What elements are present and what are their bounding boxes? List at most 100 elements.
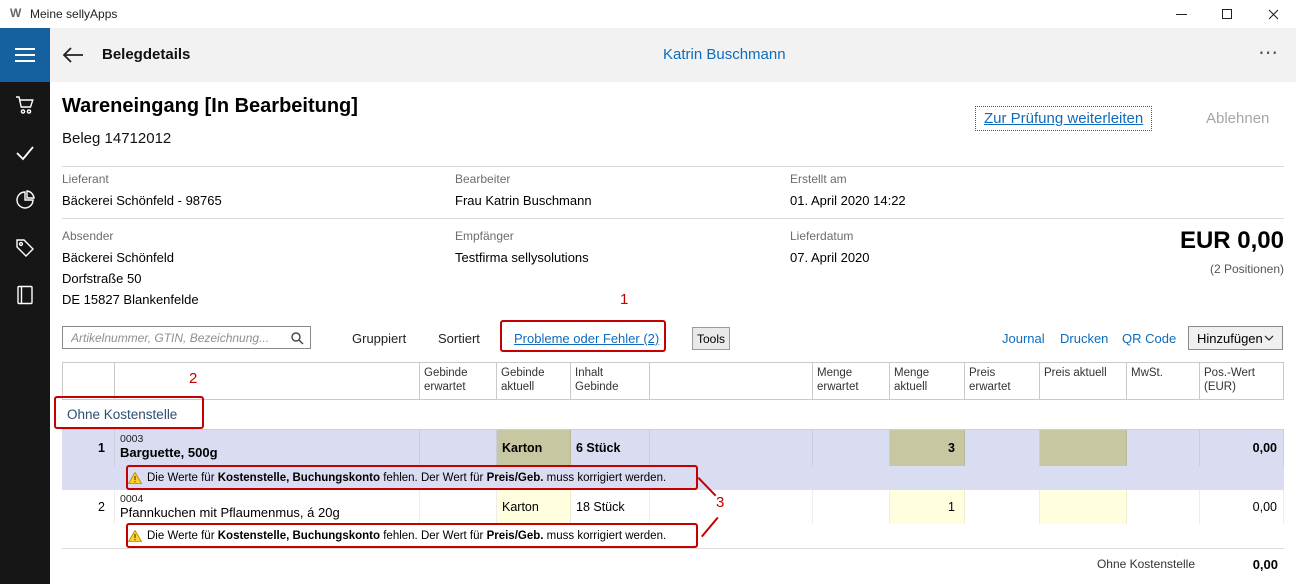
empfaenger-label: Empfänger xyxy=(455,229,514,243)
lieferant-value: Bäckerei Schönfeld - 98765 xyxy=(62,193,222,208)
absender-line1: Bäckerei Schönfeld xyxy=(62,250,174,265)
table-header-row: Gebinde erwartet Gebinde aktuell Inhalt … xyxy=(62,362,1284,400)
gruppiert-control[interactable]: Gruppiert xyxy=(352,331,406,346)
inhalt-gebinde-cell: 6 Stück xyxy=(571,430,650,466)
tools-button[interactable]: Tools xyxy=(692,327,730,350)
reject-button[interactable]: Ablehnen xyxy=(1206,110,1269,127)
search-input[interactable] xyxy=(69,330,290,346)
erstellt-value: 01. April 2020 14:22 xyxy=(790,193,906,208)
hinzufuegen-label: Hinzufügen xyxy=(1197,331,1263,346)
warning-row: Die Werte für Kostenstelle, Buchungskont… xyxy=(62,466,1284,490)
sidebar-item-articles[interactable] xyxy=(14,237,36,259)
journal-link[interactable]: Journal xyxy=(1002,331,1045,346)
menge-aktuell-cell[interactable]: 3 xyxy=(890,430,965,466)
problems-errors-link[interactable]: Probleme oder Fehler (2) xyxy=(514,331,659,346)
warning-text: Die Werte für Kostenstelle, Buchungskont… xyxy=(147,530,666,542)
search-box xyxy=(62,326,311,349)
warning-message: Die Werte für Kostenstelle, Buchungskont… xyxy=(62,524,1284,548)
close-button[interactable] xyxy=(1250,0,1296,28)
maximize-button[interactable] xyxy=(1204,0,1250,28)
group-footer-value: 0,00 xyxy=(1200,557,1284,572)
absender-label: Absender xyxy=(62,229,113,243)
pos-wert-cell: 0,00 xyxy=(1200,430,1284,466)
search-icon[interactable] xyxy=(290,331,304,345)
inhalt-gebinde-cell: 18 Stück xyxy=(571,490,650,524)
absender-line3: DE 15827 Blankenfelde xyxy=(62,292,199,307)
pie-chart-icon xyxy=(14,189,36,211)
chevron-down-icon xyxy=(1264,335,1274,341)
close-icon xyxy=(1268,9,1279,20)
titlebar: W Meine sellyApps xyxy=(0,0,1296,28)
article-name: Pfannkuchen mit Pflaumenmus, á 20g xyxy=(120,505,414,520)
sortiert-control[interactable]: Sortiert xyxy=(438,331,480,346)
article-cell: 0004 Pfannkuchen mit Pflaumenmus, á 20g xyxy=(115,490,420,524)
forward-for-review-button[interactable]: Zur Prüfung weiterleiten xyxy=(975,106,1152,131)
col-header-mwst: MwSt. xyxy=(1127,362,1200,400)
gebinde-aktuell-cell[interactable]: Karton xyxy=(497,430,571,466)
preis-aktuell-cell[interactable] xyxy=(1040,490,1127,524)
total-positions: (2 Positionen) xyxy=(1210,262,1284,276)
mwst-cell xyxy=(1127,490,1200,524)
gebinde-aktuell-cell[interactable]: Karton xyxy=(497,490,571,524)
gebinde-erwartet-cell xyxy=(420,490,497,524)
hamburger-icon xyxy=(14,47,36,63)
back-button[interactable] xyxy=(62,46,84,69)
more-icon[interactable]: ⋯ xyxy=(1258,40,1279,65)
absender-line2: Dorfstraße 50 xyxy=(62,271,141,286)
qr-code-link[interactable]: QR Code xyxy=(1122,331,1176,346)
sidebar xyxy=(0,28,50,584)
document-number: Beleg 14712012 xyxy=(62,130,171,147)
col-header-menge-aktuell: Menge aktuell xyxy=(890,362,965,400)
article-cell: 0003 Barguette, 500g xyxy=(115,430,420,466)
gebinde-erwartet-cell xyxy=(420,430,497,466)
col-header-preis-erwartet: Preis erwartet xyxy=(965,362,1040,400)
preis-aktuell-cell[interactable] xyxy=(1040,430,1127,466)
col-header-spacer xyxy=(650,362,813,400)
minimize-button[interactable] xyxy=(1158,0,1204,28)
article-code: 0003 xyxy=(120,433,414,445)
col-header-gebinde-erwartet: Gebinde erwartet xyxy=(420,362,497,400)
erstellt-label: Erstellt am xyxy=(790,172,847,186)
spacer-cell xyxy=(650,430,813,466)
back-arrow-icon xyxy=(62,46,84,64)
article-name: Barguette, 500g xyxy=(120,445,414,460)
drucken-link[interactable]: Drucken xyxy=(1060,331,1108,346)
group-header-ohne-kostenstelle[interactable]: Ohne Kostenstelle xyxy=(62,400,1284,430)
pos-wert-cell: 0,00 xyxy=(1200,490,1284,524)
col-header-article xyxy=(115,362,420,400)
page-title: Belegdetails xyxy=(102,46,190,63)
sidebar-item-journal[interactable] xyxy=(14,284,36,306)
sidebar-item-reports[interactable] xyxy=(14,189,36,211)
sidebar-item-tasks[interactable] xyxy=(14,142,36,164)
lieferant-label: Lieferant xyxy=(62,172,109,186)
document-title: Wareneingang [In Bearbeitung] xyxy=(62,95,358,118)
tools-label: Tools xyxy=(697,332,725,346)
table-row[interactable]: 1 0003 Barguette, 500g Karton 6 Stück 3 … xyxy=(62,430,1284,466)
mwst-cell xyxy=(1127,430,1200,466)
warning-text: Die Werte für Kostenstelle, Buchungskont… xyxy=(147,472,666,484)
tag-icon xyxy=(14,237,36,259)
table-row[interactable]: 2 0004 Pfannkuchen mit Pflaumenmus, á 20… xyxy=(62,490,1284,524)
lieferdatum-label: Lieferdatum xyxy=(790,229,853,243)
lieferdatum-value: 07. April 2020 xyxy=(790,250,870,265)
menge-erwartet-cell xyxy=(813,430,890,466)
divider xyxy=(62,218,1284,219)
row-number: 2 xyxy=(62,490,115,524)
preis-erwartet-cell xyxy=(965,490,1040,524)
hinzufuegen-button[interactable]: Hinzufügen xyxy=(1188,326,1283,350)
app-window: W Meine sellyApps Belegdetails Katrin Bu… xyxy=(0,0,1296,584)
hamburger-menu-button[interactable] xyxy=(0,28,50,82)
col-header-gebinde-aktuell: Gebinde aktuell xyxy=(497,362,571,400)
col-header-num xyxy=(62,362,115,400)
minimize-icon xyxy=(1176,14,1187,15)
menge-aktuell-cell[interactable]: 1 xyxy=(890,490,965,524)
col-header-preis-aktuell: Preis aktuell xyxy=(1040,362,1127,400)
row-number: 1 xyxy=(62,430,115,466)
maximize-icon xyxy=(1222,9,1232,19)
menge-erwartet-cell xyxy=(813,490,890,524)
cart-icon xyxy=(14,94,36,116)
header-user[interactable]: Katrin Buschmann xyxy=(663,46,786,63)
check-icon xyxy=(14,142,36,164)
group-footer-row: Ohne Kostenstelle 0,00 xyxy=(62,549,1284,579)
sidebar-item-cart[interactable] xyxy=(14,94,36,116)
